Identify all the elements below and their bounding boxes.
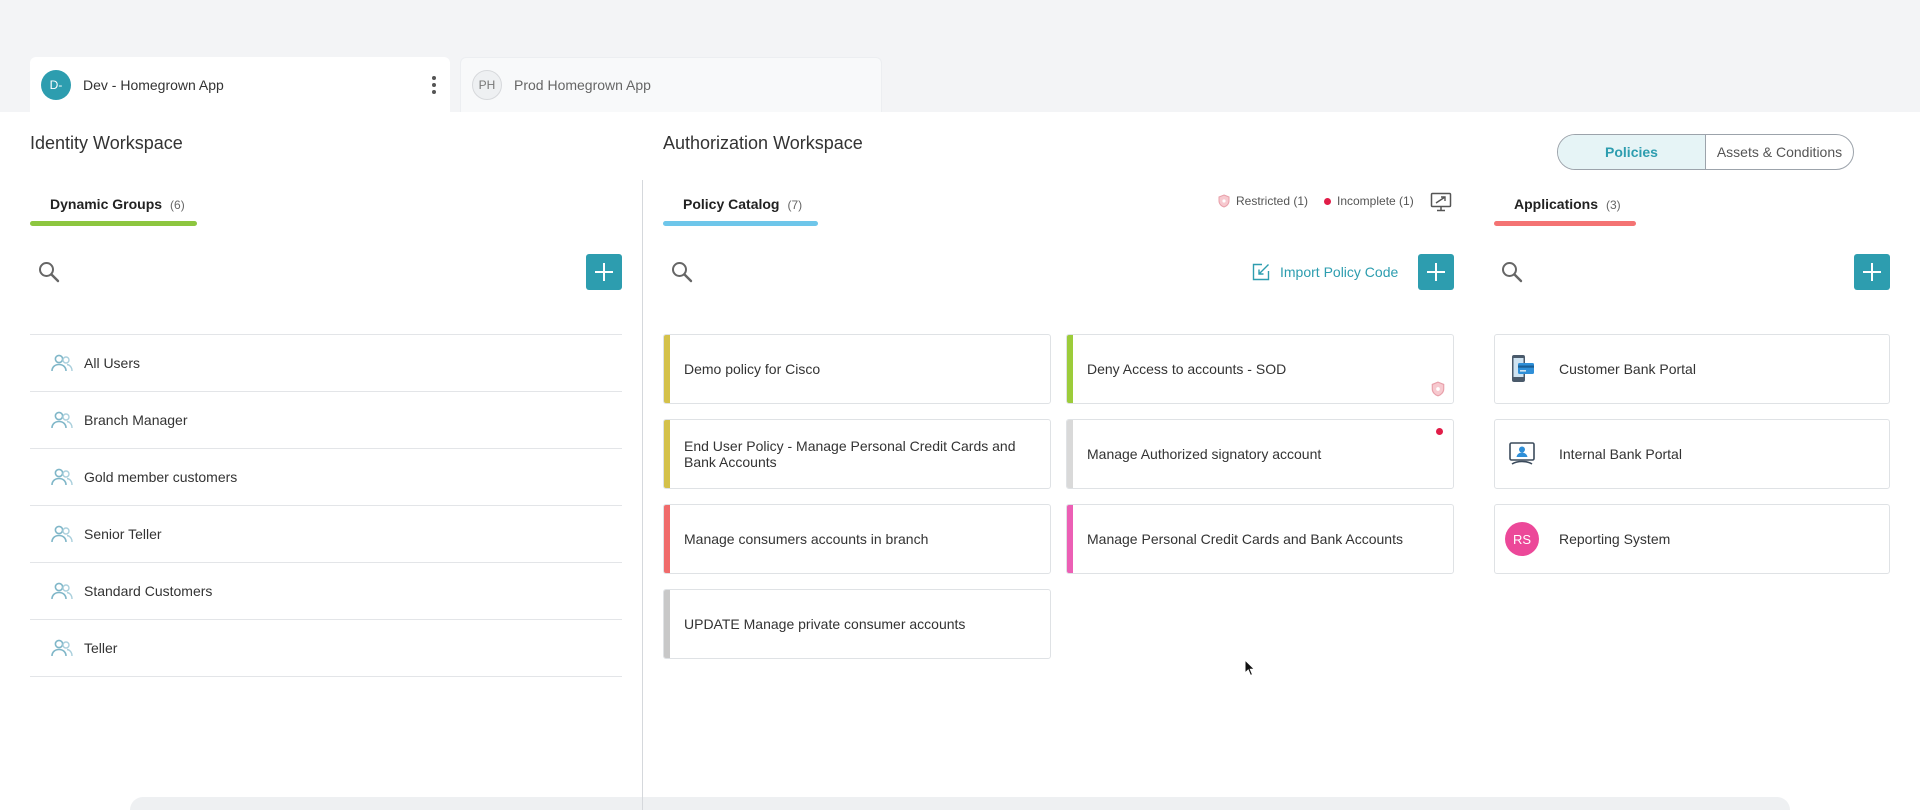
section-count: (7): [787, 198, 803, 212]
reporting-avatar: RS: [1505, 522, 1539, 556]
policy-color-bar: [664, 590, 670, 658]
identity-workspace-title: Identity Workspace: [30, 133, 183, 153]
dynamic-groups-underline: [30, 221, 197, 226]
policy-name: Manage Authorized signatory account: [1087, 446, 1322, 462]
mouse-cursor-icon: [1244, 659, 1256, 677]
search-icon[interactable]: [670, 260, 694, 284]
group-name: Standard Customers: [84, 583, 213, 599]
policy-name: Deny Access to accounts - SOD: [1087, 361, 1287, 377]
section-label: Policy Catalog: [683, 196, 780, 212]
legend-incomplete: Incomplete (1): [1324, 194, 1414, 208]
list-item[interactable]: Gold member customers: [30, 449, 622, 506]
add-policy-button[interactable]: [1418, 254, 1454, 290]
policy-color-bar: [1067, 335, 1073, 403]
application-card[interactable]: Internal Bank Portal: [1494, 419, 1890, 489]
policy-color-bar: [664, 335, 670, 403]
toggle-assets-conditions[interactable]: Assets & Conditions: [1706, 135, 1853, 169]
legend-restricted-label: Restricted (1): [1236, 194, 1309, 208]
incomplete-dot: [1436, 428, 1443, 435]
section-label: Dynamic Groups: [50, 196, 163, 212]
search-icon[interactable]: [37, 260, 61, 284]
policy-card[interactable]: Manage consumers accounts in branch: [663, 504, 1051, 574]
users-icon: [51, 639, 73, 657]
legend-restricted: Restricted (1): [1218, 194, 1308, 208]
add-application-button[interactable]: [1854, 254, 1890, 290]
policy-color-bar: [1067, 420, 1073, 488]
policy-color-bar: [1067, 505, 1073, 573]
dynamic-group-list: All Users Branch Manager Gold member cus…: [30, 334, 622, 677]
view-toggle: Policies Assets & Conditions: [1557, 134, 1854, 170]
policy-name: End User Policy - Manage Personal Credit…: [684, 438, 1016, 470]
monitor-user-icon: [1505, 437, 1539, 471]
bottom-shade: [130, 797, 1790, 810]
kebab-menu-icon[interactable]: [432, 76, 436, 94]
application-name: Customer Bank Portal: [1559, 361, 1696, 377]
group-name: Gold member customers: [84, 469, 238, 485]
import-policy-code-label: Import Policy Code: [1280, 264, 1399, 280]
list-item[interactable]: Standard Customers: [30, 563, 622, 620]
app-tab-dev[interactable]: D- Dev - Homegrown App: [30, 57, 450, 112]
policy-name: Manage Personal Credit Cards and Bank Ac…: [1087, 531, 1403, 547]
users-icon: [51, 468, 73, 486]
add-group-button[interactable]: [586, 254, 622, 290]
app-avatar-dev: D-: [41, 69, 71, 100]
shield-icon: [1218, 194, 1230, 208]
policy-card[interactable]: Manage Authorized signatory account: [1066, 419, 1454, 489]
list-item[interactable]: Teller: [30, 620, 622, 677]
import-policy-code-link[interactable]: Import Policy Code: [1252, 263, 1398, 281]
tab-applications[interactable]: Applications (3): [1514, 196, 1621, 212]
application-card[interactable]: RS Reporting System: [1494, 504, 1890, 574]
list-item[interactable]: Senior Teller: [30, 506, 622, 563]
section-label: Applications: [1514, 196, 1599, 212]
present-screen-icon[interactable]: [1430, 192, 1452, 212]
authorization-workspace-title: Authorization Workspace: [663, 133, 863, 153]
policy-card[interactable]: Deny Access to accounts - SOD: [1066, 334, 1454, 404]
policy-card[interactable]: Manage Personal Credit Cards and Bank Ac…: [1066, 504, 1454, 574]
policy-color-bar: [664, 505, 670, 573]
import-icon: [1252, 263, 1270, 281]
users-icon: [51, 582, 73, 600]
workspace-divider: [642, 180, 643, 810]
app-tab-prod[interactable]: PH Prod Homegrown App: [460, 57, 882, 112]
users-icon: [51, 354, 73, 372]
search-icon[interactable]: [1500, 260, 1524, 284]
application-card[interactable]: Customer Bank Portal: [1494, 334, 1890, 404]
shield-icon: [1431, 381, 1445, 397]
app-tab-label: Prod Homegrown App: [514, 77, 651, 93]
list-item[interactable]: Branch Manager: [30, 392, 622, 449]
policy-name: UPDATE Manage private consumer accounts: [684, 616, 966, 632]
group-name: All Users: [84, 355, 141, 371]
users-icon: [51, 525, 73, 543]
applications-underline: [1494, 221, 1636, 226]
group-name: Branch Manager: [84, 412, 188, 428]
application-name: Reporting System: [1559, 531, 1671, 547]
toggle-policies[interactable]: Policies: [1558, 135, 1706, 169]
policy-name: Manage consumers accounts in branch: [684, 531, 929, 547]
users-icon: [51, 411, 73, 429]
group-name: Senior Teller: [84, 526, 162, 542]
policy-card[interactable]: End User Policy - Manage Personal Credit…: [663, 419, 1051, 489]
policy-catalog-underline: [663, 221, 818, 226]
section-count: (3): [1606, 198, 1621, 212]
policy-color-bar: [664, 420, 670, 488]
tab-dynamic-groups[interactable]: Dynamic Groups (6): [50, 196, 185, 212]
app-avatar-prod: PH: [472, 70, 502, 100]
section-count: (6): [170, 198, 185, 212]
group-name: Teller: [84, 640, 118, 656]
avatar: RS: [1505, 522, 1539, 556]
policy-card[interactable]: UPDATE Manage private consumer accounts: [663, 589, 1051, 659]
policy-card[interactable]: Demo policy for Cisco: [663, 334, 1051, 404]
incomplete-dot: [1324, 197, 1331, 205]
list-item[interactable]: All Users: [30, 335, 622, 392]
tab-policy-catalog[interactable]: Policy Catalog (7): [683, 196, 802, 212]
application-name: Internal Bank Portal: [1559, 446, 1682, 462]
mobile-bank-icon: [1505, 352, 1539, 386]
legend-incomplete-label: Incomplete (1): [1337, 194, 1414, 208]
app-tab-label: Dev - Homegrown App: [83, 76, 224, 93]
policy-name: Demo policy for Cisco: [684, 361, 821, 377]
